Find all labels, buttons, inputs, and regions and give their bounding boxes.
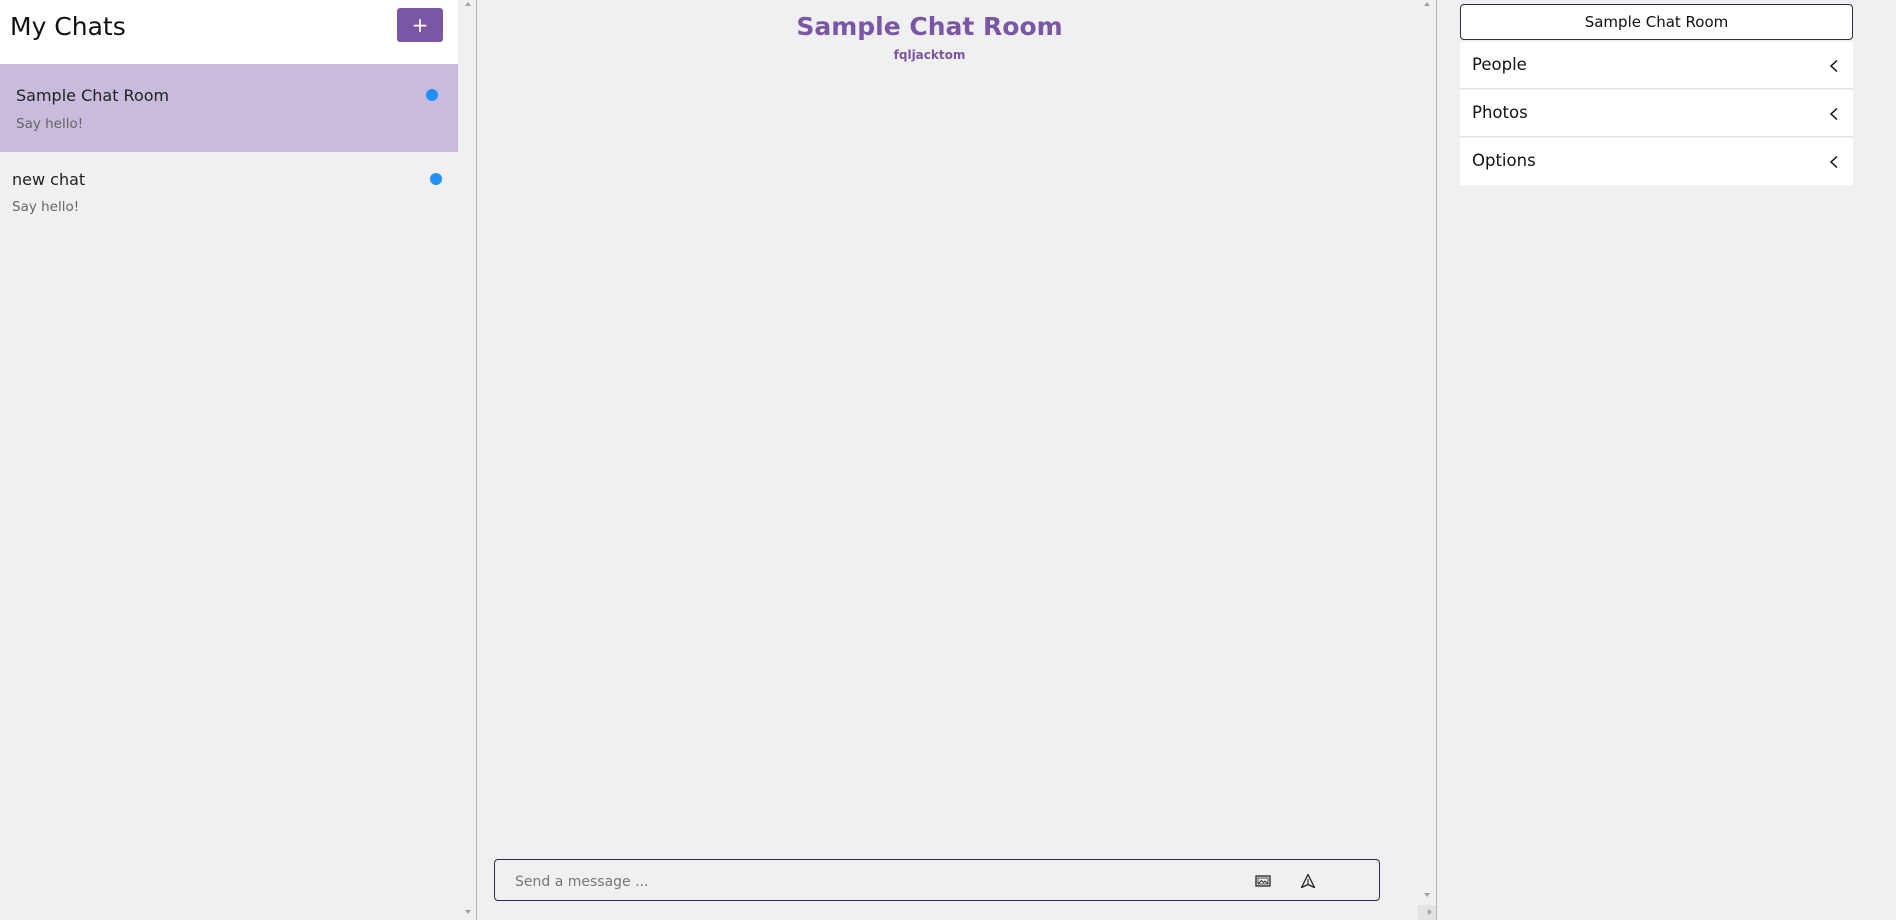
chat-item-preview: Say hello! (16, 116, 84, 132)
section-divider (1460, 136, 1853, 137)
chat-settings-panel: Sample Chat Room People Photos Options (1437, 0, 1896, 920)
settings-section-photos[interactable]: Photos (1460, 90, 1853, 137)
chevron-left-icon (1827, 106, 1841, 121)
chat-item-preview: Say hello! (12, 199, 80, 215)
settings-section-label: Options (1472, 151, 1536, 170)
chat-list-header: My Chats + (0, 0, 458, 64)
chat-list-item[interactable]: Sample Chat Room Say hello! (0, 64, 458, 152)
chat-list-title: My Chats (10, 12, 126, 41)
unread-dot (426, 89, 438, 101)
chat-item-title: new chat (12, 170, 86, 189)
chat-room-subtitle: fqljacktom (893, 48, 966, 62)
unread-dot (430, 173, 442, 185)
chevron-left-icon (1827, 154, 1841, 169)
settings-section-options[interactable]: Options (1460, 138, 1853, 185)
scroll-down-arrow-icon[interactable] (1424, 893, 1430, 897)
horizontal-scrollbar[interactable] (1418, 905, 1436, 920)
image-upload-icon[interactable] (1254, 872, 1272, 890)
sidebar-scrollbar[interactable] (462, 0, 474, 920)
message-composer (494, 859, 1380, 901)
scroll-up-arrow-icon[interactable] (465, 2, 471, 6)
chat-room-title: Sample Chat Room (796, 12, 1063, 41)
chevron-left-icon (1827, 58, 1841, 73)
settings-section-label: People (1472, 55, 1527, 74)
new-chat-button[interactable]: + (397, 8, 443, 42)
chat-app: My Chats + Sample Chat Room Say hello! n… (0, 0, 1896, 920)
section-divider (1460, 88, 1853, 89)
chat-list-sidebar: My Chats + Sample Chat Room Say hello! n… (0, 0, 476, 920)
settings-section-label: Photos (1472, 103, 1528, 122)
message-input[interactable] (513, 870, 1217, 894)
send-icon[interactable] (1299, 872, 1317, 890)
chat-item-title: Sample Chat Room (16, 86, 170, 105)
chat-feed-scrollbar[interactable] (1418, 0, 1436, 920)
room-name-button[interactable]: Sample Chat Room (1460, 4, 1853, 40)
scroll-up-arrow-icon[interactable] (1424, 2, 1430, 6)
chat-list-item[interactable]: new chat Say hello! (0, 152, 458, 240)
chat-feed: Sample Chat Room fqljacktom (477, 0, 1436, 920)
settings-section-people[interactable]: People (1460, 42, 1853, 89)
scroll-right-arrow-icon[interactable] (1428, 909, 1432, 915)
scroll-down-arrow-icon[interactable] (465, 910, 471, 914)
